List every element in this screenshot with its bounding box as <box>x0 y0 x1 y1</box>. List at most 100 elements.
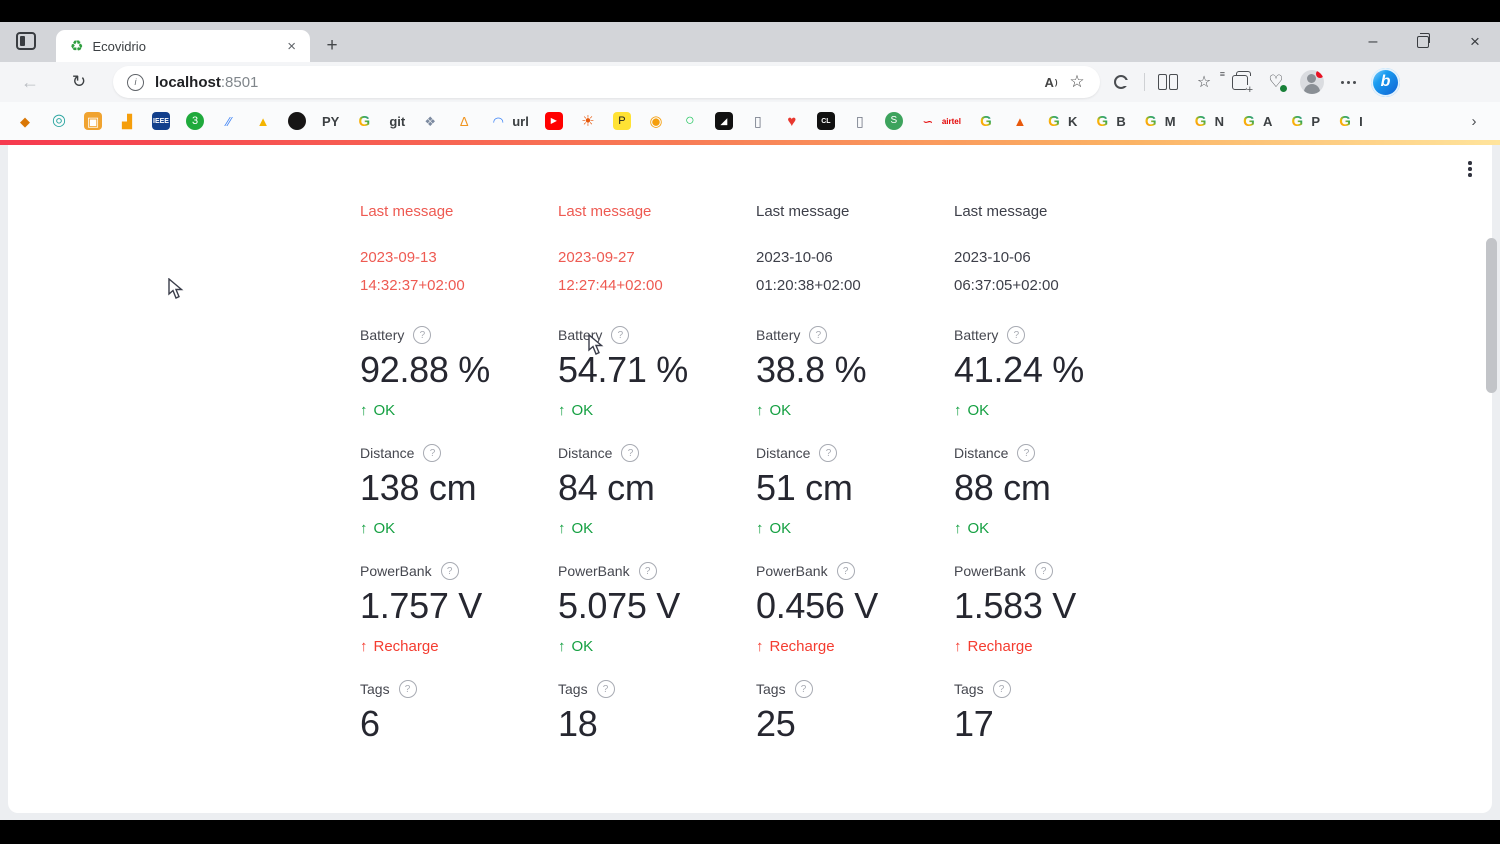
bookmark-google-ads[interactable]: ∕∕ <box>220 112 238 130</box>
settings-more-icon[interactable] <box>1335 69 1361 95</box>
bookmark-ring-teal[interactable]: ◎ <box>50 112 68 130</box>
bookmark-bar-chart[interactable]: ▟ <box>118 112 136 130</box>
bookmark-google-n[interactable]: GN <box>1192 112 1224 130</box>
bookmark-google-a[interactable]: GA <box>1240 112 1272 130</box>
bookmark-diamond-orange[interactable]: ◆ <box>16 112 34 130</box>
letterbox-top <box>0 0 1500 22</box>
bookmark-google-k[interactable]: GK <box>1045 112 1077 130</box>
bookmark-heart-red[interactable]: ♥ <box>783 112 801 130</box>
extensions-icon[interactable] <box>1108 69 1134 95</box>
window-restore-button[interactable] <box>1400 22 1446 62</box>
help-icon[interactable]: ? <box>819 444 837 462</box>
help-icon[interactable]: ? <box>441 562 459 580</box>
streamlit-menu-icon[interactable] <box>1464 157 1476 181</box>
metric-label: Tags <box>558 681 588 697</box>
help-icon[interactable]: ? <box>993 680 1011 698</box>
bookmark-gray-badge[interactable]: ❖ <box>421 112 439 130</box>
device-column-3: Last message 2023-10-06 01:20:38+02:00 B… <box>756 203 954 769</box>
window-close-button[interactable]: × <box>1452 22 1498 62</box>
document-2-icon: ▯ <box>851 112 869 130</box>
bookmark-google-p[interactable]: GP <box>1288 112 1320 130</box>
metric-delta: OK <box>770 520 792 537</box>
battery-metric: Battery? 41.24 % ↑OK <box>954 325 1152 421</box>
window-minimize-button[interactable]: – <box>1350 22 1396 62</box>
recycle-favicon-icon: ♻ <box>70 39 83 54</box>
bookmark-google-m[interactable]: GM <box>1142 112 1176 130</box>
copilot-bing-icon[interactable]: b <box>1371 68 1400 97</box>
url-blue-label: url <box>512 114 529 129</box>
metric-label: PowerBank <box>360 563 432 579</box>
metric-value: 51 cm <box>756 465 954 511</box>
bookmark-photo-orange[interactable]: ▣ <box>84 112 102 130</box>
scrollbar-thumb[interactable] <box>1486 238 1497 393</box>
bookmark-git[interactable]: git <box>389 114 405 129</box>
help-icon[interactable]: ? <box>597 680 615 698</box>
url-host: localhost <box>155 74 221 91</box>
help-icon[interactable]: ? <box>1017 444 1035 462</box>
arrow-up-icon: ↑ <box>954 402 962 419</box>
back-button[interactable]: ← <box>18 70 42 94</box>
help-icon[interactable]: ? <box>795 680 813 698</box>
url-text[interactable]: localhost:8501 <box>155 74 1038 91</box>
collections-icon[interactable] <box>1227 69 1253 95</box>
help-icon[interactable]: ? <box>413 326 431 344</box>
bookmark-py[interactable]: PY <box>322 114 339 129</box>
bookmark-s-green[interactable]: S <box>885 112 903 130</box>
google-n-label: N <box>1215 114 1224 129</box>
bookmark-phpmyadmin[interactable]: Δ <box>455 112 473 130</box>
sun-eye-icon: ☀ <box>579 112 597 130</box>
help-icon[interactable]: ? <box>837 562 855 580</box>
tab-close-icon[interactable]: × <box>283 38 300 55</box>
help-icon[interactable]: ? <box>399 680 417 698</box>
bookmark-ieee[interactable]: IEEE <box>152 112 170 130</box>
help-icon[interactable]: ? <box>611 326 629 344</box>
metric-value: 17 <box>954 701 1152 747</box>
bookmark-document-1[interactable]: ▯ <box>749 112 767 130</box>
bird-black-icon: ◢ <box>715 112 733 130</box>
last-message-date: 2023-09-27 <box>558 249 756 269</box>
help-icon[interactable]: ? <box>639 562 657 580</box>
bookmark-github[interactable] <box>288 112 306 130</box>
bookmark-url-blue[interactable]: ◠url <box>489 112 529 130</box>
split-screen-icon[interactable] <box>1155 69 1181 95</box>
bookmarks-overflow-chevron[interactable]: › <box>1464 111 1484 131</box>
bookmark-green-ring[interactable]: ○ <box>681 112 699 130</box>
help-icon[interactable]: ? <box>1035 562 1053 580</box>
browser-tab[interactable]: ♻ Ecovidrio × <box>56 30 310 62</box>
help-icon[interactable]: ? <box>1007 326 1025 344</box>
bookmark-youtube[interactable]: ▶ <box>545 112 563 130</box>
bookmark-bird-black[interactable]: ◢ <box>715 112 733 130</box>
help-icon[interactable]: ? <box>423 444 441 462</box>
google-n-icon: G <box>1192 112 1210 130</box>
last-message-label: Last message <box>756 203 954 223</box>
help-icon[interactable]: ? <box>621 444 639 462</box>
bookmark-google-g[interactable]: G <box>977 112 995 130</box>
bookmark-camera-orange[interactable]: ◉ <box>647 112 665 130</box>
bookmark-sun-eye[interactable]: ☀ <box>579 112 597 130</box>
add-favorite-icon[interactable]: ☆ <box>1064 69 1090 95</box>
bookmark-google-b[interactable]: GB <box>1093 112 1125 130</box>
bookmark-matlab[interactable]: ▲ <box>1011 112 1029 130</box>
document-1-icon: ▯ <box>749 112 767 130</box>
profile-avatar[interactable] <box>1299 69 1325 95</box>
tab-actions-menu-icon[interactable] <box>16 32 36 50</box>
bookmark-airtel[interactable]: ∽airtel <box>919 112 961 130</box>
bookmark-document-2[interactable]: ▯ <box>851 112 869 130</box>
last-message-label: Last message <box>360 203 558 223</box>
bookmark-google-g[interactable]: G <box>355 112 373 130</box>
bookmark-triangle-yellow[interactable]: ▲ <box>254 112 272 130</box>
favorites-bar-icon[interactable]: ☆≡ <box>1191 69 1217 95</box>
site-info-icon[interactable]: i <box>127 74 144 91</box>
bookmark-google-i[interactable]: GI <box>1336 112 1363 130</box>
browser-essentials-icon[interactable]: ♡ <box>1263 69 1289 95</box>
bookmark-p-yellow[interactable]: P <box>613 112 631 130</box>
git-label: git <box>389 114 405 129</box>
distance-metric: Distance? 138 cm ↑OK <box>360 443 558 539</box>
help-icon[interactable]: ? <box>809 326 827 344</box>
refresh-button[interactable]: ↻ <box>67 70 91 94</box>
bookmark-green-3[interactable]: 3 <box>186 112 204 130</box>
read-aloud-icon[interactable]: A) <box>1038 69 1064 95</box>
new-tab-button[interactable]: + <box>320 34 344 58</box>
address-bar[interactable]: i localhost:8501 A) ☆ <box>113 66 1100 98</box>
bookmark-cl-black[interactable]: CL <box>817 112 835 130</box>
